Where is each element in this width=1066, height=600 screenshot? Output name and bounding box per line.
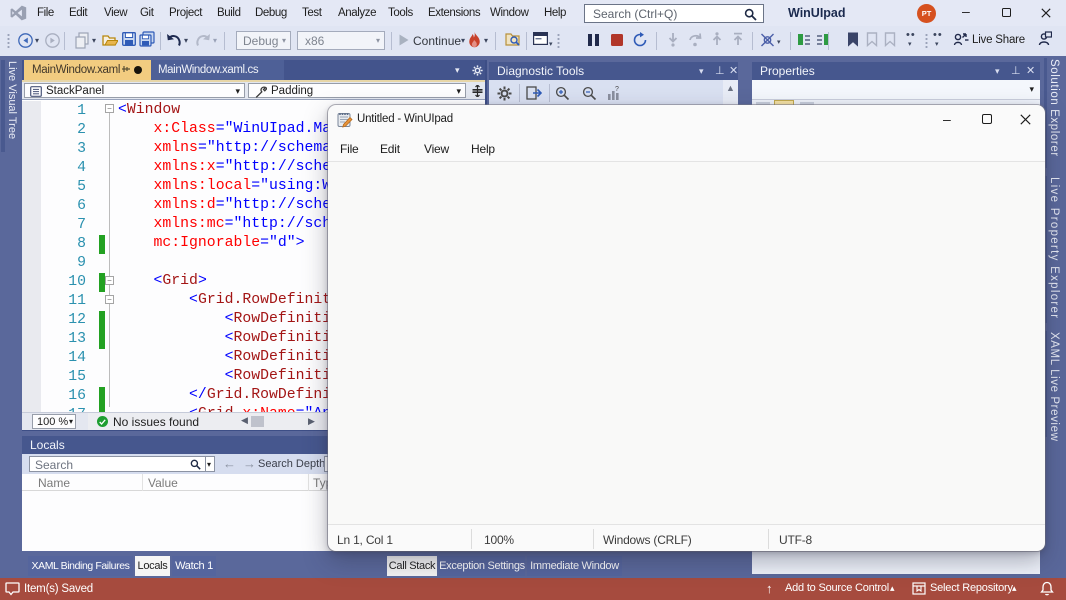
svg-text:?: ? — [615, 86, 619, 93]
